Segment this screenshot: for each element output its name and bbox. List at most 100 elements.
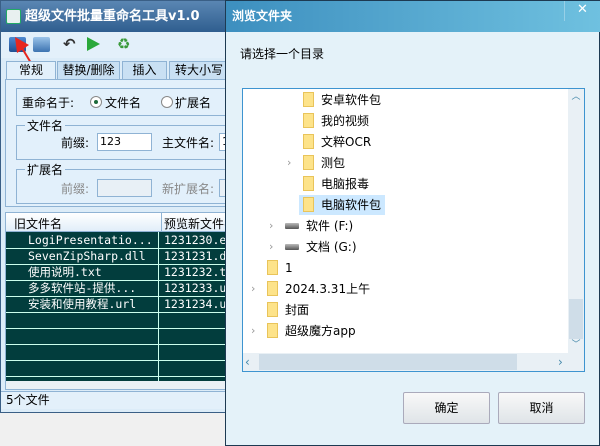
radio-extension-label: 扩展名 bbox=[175, 96, 212, 110]
main-window: 超级文件批量重命名工具v1.0 ↶ ♻ 常规 替换/删除 插入 转大小写 重命名… bbox=[0, 0, 259, 413]
tree-node-label: 电脑报毒 bbox=[321, 177, 370, 191]
app-icon bbox=[6, 9, 21, 24]
folder-icon bbox=[303, 176, 314, 191]
scroll-down-icon[interactable]: ﹀ bbox=[568, 337, 584, 353]
dialog-title-bar: 浏览文件夹 bbox=[226, 1, 600, 32]
tree-node[interactable]: 电脑软件包 bbox=[299, 195, 386, 215]
main-title-bar: 超级文件批量重命名工具v1.0 bbox=[1, 1, 241, 32]
new-ext-label: 新扩展名: bbox=[162, 182, 215, 196]
column-old-name[interactable]: 旧文件名 bbox=[14, 215, 62, 232]
scroll-right-icon[interactable]: › bbox=[558, 353, 563, 371]
dialog-title: 浏览文件夹 bbox=[232, 9, 293, 23]
old-name-cell: 多多软件站-提供... bbox=[28, 281, 137, 295]
tree-node[interactable]: 我的视频 bbox=[299, 111, 373, 131]
hscroll-thumb[interactable] bbox=[259, 354, 517, 370]
tree-node-label: 2024.3.31上午 bbox=[285, 282, 371, 296]
scroll-left-icon[interactable]: ‹ bbox=[245, 353, 250, 371]
folder-icon bbox=[267, 260, 278, 275]
tree-node[interactable]: 文档 (G:) bbox=[281, 237, 361, 257]
horizontal-scrollbar[interactable] bbox=[6, 381, 242, 389]
drive-icon bbox=[285, 244, 299, 250]
ext-prefix-input[interactable] bbox=[97, 179, 152, 197]
folder-icon bbox=[303, 134, 314, 149]
old-name-cell: 使用说明.txt bbox=[28, 265, 102, 279]
tree-node[interactable]: 超级魔方app bbox=[263, 321, 360, 341]
tab-case[interactable]: 转大小写 bbox=[169, 61, 229, 80]
expand-chevron-icon[interactable]: › bbox=[251, 324, 255, 337]
table-row[interactable]: 使用说明.txt 1231232.txt bbox=[6, 265, 242, 281]
old-name-cell: LogiPresentatio... bbox=[28, 233, 153, 247]
tree-node[interactable]: 测包 bbox=[299, 153, 349, 173]
tab-insert[interactable]: 插入 bbox=[122, 61, 167, 80]
dialog-prompt: 请选择一个目录 bbox=[240, 47, 325, 61]
file-list-header: 旧文件名 预览新文件名 bbox=[6, 213, 242, 232]
expand-chevron-icon[interactable]: › bbox=[251, 282, 255, 295]
old-name-cell: 安装和使用教程.url bbox=[28, 297, 137, 311]
old-name-cell: SevenZipSharp.dll bbox=[28, 249, 146, 263]
table-row[interactable] bbox=[6, 329, 242, 345]
tree-node-label: 封面 bbox=[285, 303, 310, 317]
radio-extension[interactable] bbox=[161, 96, 173, 108]
general-panel: 重命名于: 文件名 扩展名 文件名 前缀: 123 主文件名: 123 扩展名 … bbox=[5, 79, 259, 207]
tab-general[interactable]: 常规 bbox=[6, 61, 56, 81]
tree-node-label: 测包 bbox=[321, 156, 346, 170]
tree-node-label: 文粹OCR bbox=[321, 135, 372, 149]
recycle-icon[interactable]: ♻ bbox=[117, 37, 134, 52]
drive-icon bbox=[285, 223, 299, 229]
undo-icon[interactable]: ↶ bbox=[63, 37, 80, 52]
prefix-input[interactable]: 123 bbox=[97, 133, 152, 151]
table-row[interactable]: 多多软件站-提供... 1231233.url bbox=[6, 281, 242, 297]
tree-node[interactable]: 封面 bbox=[263, 300, 313, 320]
table-row[interactable]: 安装和使用教程.url 1231234.url bbox=[6, 297, 242, 313]
tree-node-label: 软件 (F:) bbox=[306, 219, 354, 233]
vertical-scrollbar[interactable]: ︿ ﹀ bbox=[568, 89, 584, 353]
table-row[interactable] bbox=[6, 361, 242, 377]
scroll-up-icon[interactable]: ︿ bbox=[568, 89, 584, 105]
cancel-button[interactable]: 取消 bbox=[498, 392, 585, 424]
rename-on-group: 重命名于: 文件名 扩展名 bbox=[16, 88, 246, 116]
tree-node[interactable]: 安卓软件包 bbox=[299, 90, 385, 110]
horizontal-scrollbar[interactable]: ‹ › bbox=[243, 353, 584, 371]
table-row[interactable]: SevenZipSharp.dll 1231231.dll bbox=[6, 249, 242, 265]
status-bar: 5个文件 bbox=[1, 391, 241, 409]
filename-group-label: 文件名 bbox=[25, 117, 66, 134]
browse-folder-dialog: 浏览文件夹 ✕ 请选择一个目录 安卓软件包我的视频文粹OCR › 测包电脑报毒电脑软… bbox=[225, 0, 600, 446]
expand-chevron-icon[interactable]: › bbox=[269, 240, 273, 253]
radio-filename[interactable] bbox=[90, 96, 102, 108]
tree-node[interactable]: 电脑报毒 bbox=[299, 174, 373, 194]
tree-node[interactable]: 1 bbox=[263, 258, 297, 278]
rename-on-label: 重命名于: bbox=[22, 96, 75, 110]
tree-node-label: 电脑软件包 bbox=[321, 198, 382, 212]
extension-group-label: 扩展名 bbox=[25, 161, 66, 178]
tree-node-label: 超级魔方app bbox=[285, 324, 356, 338]
tree-node-label: 我的视频 bbox=[321, 114, 370, 128]
folder-icon bbox=[267, 323, 278, 338]
folder-tree[interactable]: 安卓软件包我的视频文粹OCR › 测包电脑报毒电脑软件包 › 软件 (F:) › 文档 (G… bbox=[242, 88, 585, 372]
folder-icon bbox=[303, 113, 314, 128]
expand-chevron-icon[interactable]: › bbox=[269, 219, 273, 232]
scroll-thumb[interactable] bbox=[569, 299, 583, 339]
expand-chevron-icon[interactable]: › bbox=[287, 156, 291, 169]
tree-node-label: 安卓软件包 bbox=[321, 93, 382, 107]
folder-icon bbox=[267, 281, 278, 296]
ext-prefix-label: 前缀: bbox=[61, 182, 90, 196]
tree-node[interactable]: 2024.3.31上午 bbox=[263, 279, 374, 299]
table-row[interactable] bbox=[6, 313, 242, 329]
folder-icon bbox=[303, 155, 314, 170]
tab-replace-delete[interactable]: 替换/删除 bbox=[57, 61, 120, 80]
tree-node[interactable]: 文粹OCR bbox=[299, 132, 375, 152]
folder-icon bbox=[267, 302, 278, 317]
table-row[interactable]: LogiPresentatio... 1231230.exe bbox=[6, 233, 242, 249]
file-list[interactable]: 旧文件名 预览新文件名 LogiPresentatio... 1231230.ex… bbox=[5, 212, 242, 390]
ok-button[interactable]: 确定 bbox=[403, 392, 490, 424]
main-name-label: 主文件名: bbox=[162, 136, 215, 150]
prefix-label: 前缀: bbox=[61, 136, 90, 150]
folder-icon bbox=[303, 92, 314, 107]
tree-node-label: 文档 (G:) bbox=[306, 240, 357, 254]
run-icon[interactable] bbox=[87, 37, 100, 51]
radio-filename-label: 文件名 bbox=[105, 96, 142, 110]
tree-node[interactable]: 软件 (F:) bbox=[281, 216, 357, 236]
close-icon[interactable]: ✕ bbox=[564, 1, 600, 21]
table-row[interactable] bbox=[6, 345, 242, 361]
filename-group: 文件名 前缀: 123 主文件名: 123 bbox=[16, 117, 259, 160]
